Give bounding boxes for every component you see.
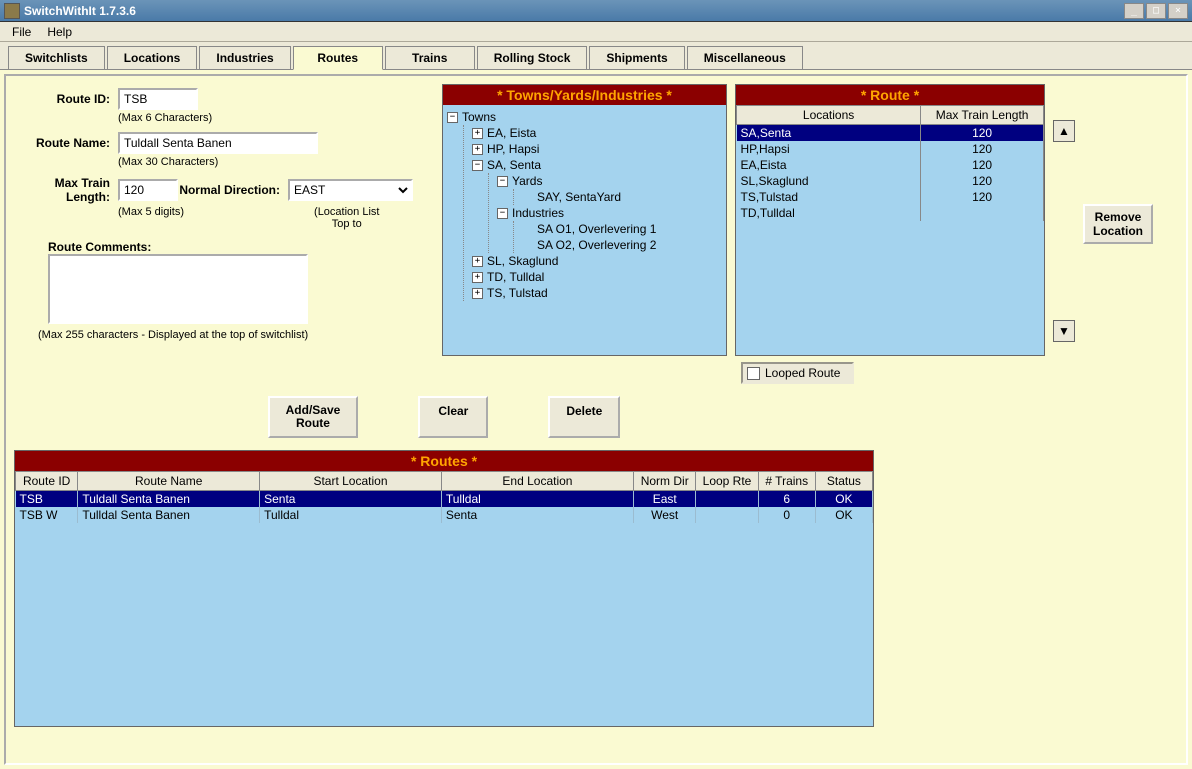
route-table: Locations Max Train Length SA,Senta120HP… <box>736 105 1044 221</box>
routes-row[interactable]: TSB WTulldal Senta BanenTulldalSentaWest… <box>16 507 873 523</box>
tabs: Switchlists Locations Industries Routes … <box>0 42 1192 70</box>
tree-ea[interactable]: EA, Eista <box>487 126 536 140</box>
route-row[interactable]: HP,Hapsi120 <box>737 141 1044 157</box>
route-name-label: Route Name: <box>18 136 118 150</box>
route-name-input[interactable] <box>118 132 318 154</box>
tab-miscellaneous[interactable]: Miscellaneous <box>687 46 803 69</box>
tree-sao1[interactable]: SA O1, Overlevering 1 <box>537 222 656 236</box>
route-row[interactable]: SA,Senta120 <box>737 125 1044 142</box>
max-train-hint: (Max 5 digits) <box>118 206 184 230</box>
route-id-input[interactable] <box>118 88 198 110</box>
col-norm-dir[interactable]: Norm Dir <box>634 472 696 491</box>
tab-trains[interactable]: Trains <box>385 46 475 69</box>
route-id-label: Route ID: <box>18 92 118 106</box>
scroll-up-button[interactable]: ▲ <box>1053 120 1075 142</box>
close-button[interactable]: × <box>1168 3 1188 19</box>
col-end-location[interactable]: End Location <box>441 472 633 491</box>
col-route-id[interactable]: Route ID <box>16 472 78 491</box>
routes-table: Route ID Route Name Start Location End L… <box>15 471 873 523</box>
routes-panel-title: * Routes * <box>15 451 873 471</box>
tree-say[interactable]: SAY, SentaYard <box>537 190 621 204</box>
expand-icon[interactable]: + <box>472 128 483 139</box>
clear-button[interactable]: Clear <box>418 396 488 438</box>
routes-panel: * Routes * Route ID Route Name Start Loc… <box>14 450 874 727</box>
window-title: SwitchWithIt 1.7.3.6 <box>24 4 1124 18</box>
max-train-label: Max TrainLength: <box>18 176 118 204</box>
expand-icon[interactable]: + <box>472 256 483 267</box>
add-save-route-button[interactable]: Add/SaveRoute <box>268 396 359 438</box>
route-row[interactable]: SL,Skaglund120 <box>737 173 1044 189</box>
route-panel-title: * Route * <box>736 85 1044 105</box>
col-trains[interactable]: # Trains <box>758 472 815 491</box>
route-row[interactable]: TS,Tulstad120 <box>737 189 1044 205</box>
towns-yards-industries-panel: * Towns/Yards/Industries * −Towns +EA, E… <box>442 84 727 356</box>
tab-industries[interactable]: Industries <box>199 46 290 69</box>
col-start-location[interactable]: Start Location <box>260 472 442 491</box>
looped-route-label: Looped Route <box>765 366 840 380</box>
tree-yards[interactable]: Yards <box>512 174 542 188</box>
remove-location-button[interactable]: Remove Location <box>1083 204 1153 244</box>
tab-rolling-stock[interactable]: Rolling Stock <box>477 46 588 69</box>
tab-switchlists[interactable]: Switchlists <box>8 46 105 69</box>
tree-industries[interactable]: Industries <box>512 206 564 220</box>
normal-dir-label: Normal Direction: <box>178 183 288 197</box>
max-train-input[interactable] <box>118 179 178 201</box>
tree-panel-title: * Towns/Yards/Industries * <box>443 85 726 105</box>
expand-icon[interactable]: + <box>472 288 483 299</box>
route-comments-hint: (Max 255 characters - Displayed at the t… <box>38 329 430 341</box>
col-status[interactable]: Status <box>815 472 872 491</box>
route-id-hint: (Max 6 Characters) <box>118 112 430 124</box>
route-comments-input[interactable] <box>48 254 308 324</box>
expand-icon[interactable]: − <box>447 112 458 123</box>
tree-td[interactable]: TD, Tulldal <box>487 270 544 284</box>
looped-route-checkbox[interactable] <box>747 367 760 380</box>
tree-hp[interactable]: HP, Hapsi <box>487 142 539 156</box>
minimize-button[interactable]: _ <box>1124 3 1144 19</box>
expand-icon[interactable]: − <box>497 176 508 187</box>
col-max-len[interactable]: Max Train Length <box>921 106 1044 125</box>
tab-routes[interactable]: Routes <box>293 46 383 70</box>
expand-icon[interactable]: + <box>472 144 483 155</box>
tree-ts[interactable]: TS, Tulstad <box>487 286 548 300</box>
route-panel: * Route * Locations Max Train Length SA,… <box>735 84 1045 356</box>
route-name-hint: (Max 30 Characters) <box>118 156 430 168</box>
titlebar: SwitchWithIt 1.7.3.6 _ □ × <box>0 0 1192 22</box>
menu-file[interactable]: File <box>4 23 39 41</box>
expand-icon[interactable]: + <box>472 272 483 283</box>
scroll-down-button[interactable]: ▼ <box>1053 320 1075 342</box>
routes-row[interactable]: TSBTuldall Senta BanenSentaTulldalEast6O… <box>16 491 873 508</box>
menu-help[interactable]: Help <box>39 23 80 41</box>
route-row[interactable]: EA,Eista120 <box>737 157 1044 173</box>
tree-sa[interactable]: SA, Senta <box>487 158 541 172</box>
maximize-button[interactable]: □ <box>1146 3 1166 19</box>
normal-dir-hint: (Location ListTop to <box>314 206 379 230</box>
tree-root[interactable]: Towns <box>462 110 496 124</box>
menubar: File Help <box>0 22 1192 42</box>
route-comments-label: Route Comments: <box>48 240 430 254</box>
app-icon <box>4 3 20 19</box>
tab-locations[interactable]: Locations <box>107 46 198 69</box>
col-locations[interactable]: Locations <box>737 106 921 125</box>
delete-button[interactable]: Delete <box>548 396 620 438</box>
normal-dir-select[interactable]: EAST <box>288 179 413 201</box>
tree-sao2[interactable]: SA O2, Overlevering 2 <box>537 238 656 252</box>
expand-icon[interactable]: − <box>472 160 483 171</box>
tree-sl[interactable]: SL, Skaglund <box>487 254 558 268</box>
route-row[interactable]: TD,Tulldal <box>737 205 1044 221</box>
col-loop-rte[interactable]: Loop Rte <box>696 472 758 491</box>
expand-icon[interactable]: − <box>497 208 508 219</box>
looped-route-container: Looped Route <box>741 362 854 384</box>
tab-shipments[interactable]: Shipments <box>589 46 684 69</box>
col-route-name[interactable]: Route Name <box>78 472 260 491</box>
